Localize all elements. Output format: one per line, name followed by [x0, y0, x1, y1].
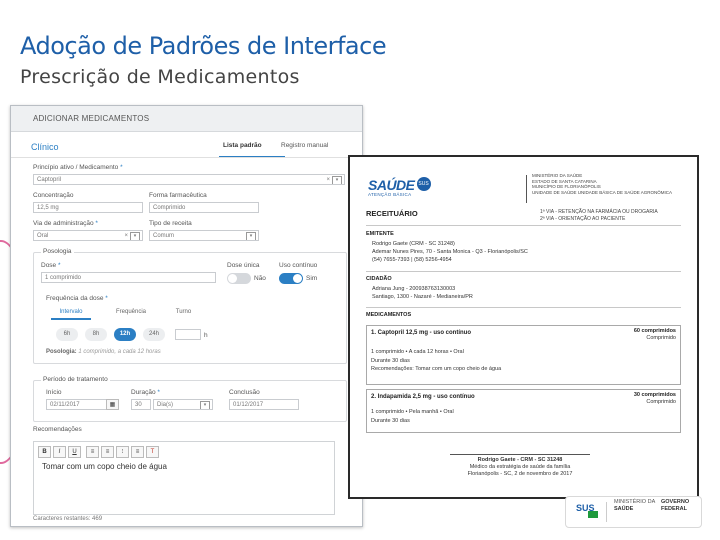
emitente-info: Rodrigo Gaete (CRM - SC 31248) Ademar Nu…: [372, 241, 528, 263]
add-medication-form: ADICIONAR MEDICAMENTOS Clínico Lista pad…: [10, 105, 363, 527]
conclusao-date-field[interactable]: 01/12/2017: [229, 399, 299, 410]
uso-continuo-label: Uso contínuo: [279, 262, 318, 269]
tab-registro-manual[interactable]: Registro manual: [281, 142, 328, 149]
form-tabs-row: Clínico Lista padrão Registro manual: [11, 132, 362, 162]
dose-unica-toggle[interactable]: [227, 273, 251, 284]
form-header: ADICIONAR MEDICAMENTOS: [11, 106, 362, 132]
saude-logo: SAÚDE SUS ATENÇÃO BÁSICA: [368, 177, 431, 197]
dose-unica-label: Dose única: [227, 262, 260, 269]
align-right-icon[interactable]: ≡: [131, 446, 144, 458]
tipo-receita-select[interactable]: Comum ▾: [149, 230, 259, 241]
duracao-unit-select[interactable]: Dia(s) ▾: [153, 399, 213, 410]
med-title: 2. Indapamida 2,5 mg - uso contínuo: [371, 394, 475, 400]
med-item: 1. Captopril 12,5 mg - uso contínuo 60 c…: [366, 325, 681, 385]
chevron-down-icon[interactable]: ▾: [130, 232, 140, 240]
logo-text: SAÚDE: [368, 177, 415, 193]
uso-continuo-value: Sim: [306, 275, 318, 282]
med-details: 1 comprimido • A cada 12 horas • Oral Du…: [371, 349, 502, 372]
chevron-down-icon[interactable]: ▾: [246, 232, 256, 240]
dose-unica-value: Não: [254, 275, 266, 282]
governo-logo: GOVERNO FEDERAL: [661, 499, 690, 512]
freq-option-turno[interactable]: Turno: [166, 306, 201, 318]
dose-field[interactable]: 1 comprimido: [41, 272, 216, 283]
duracao-label: Duração *: [131, 389, 160, 396]
med-title: 1. Captopril 12,5 mg - uso contínuo: [371, 330, 472, 336]
slide-title: Adoção de Padrões de Interface: [20, 32, 387, 60]
recomendacoes-text: Tomar com um copo cheio de água: [42, 462, 167, 471]
institution-header: MINISTÉRIO DA SAÚDE ESTADO DE SANTA CATA…: [532, 173, 673, 195]
tabs-divider: [11, 157, 362, 158]
slide-subtitle: Prescrição de Medicamentos: [20, 66, 300, 88]
divider: [366, 307, 681, 308]
list-icon[interactable]: ⁝: [116, 446, 129, 458]
interval-8h[interactable]: 8h: [85, 328, 107, 341]
posologia-summary: Posologia: 1 comprimido, a cada 12 horas: [46, 349, 161, 355]
conclusao-label: Conclusão: [229, 389, 260, 396]
dose-label: Dose *: [41, 262, 61, 269]
frequencia-label: Frequência da dose *: [46, 295, 108, 302]
med-quantity: 60 comprimidos Comprimido: [633, 328, 676, 341]
concentracao-label: Concentração: [33, 192, 74, 199]
interval-custom-input[interactable]: [175, 329, 201, 340]
inicio-label: Início: [46, 389, 62, 396]
via-label: Via de administração *: [33, 220, 98, 227]
clear-icon[interactable]: ×: [124, 231, 128, 240]
italic-button[interactable]: I: [53, 446, 66, 458]
uso-continuo-toggle[interactable]: [279, 273, 303, 284]
prescription-document: SAÚDE SUS ATENÇÃO BÁSICA MINISTÉRIO DA SA…: [348, 155, 699, 499]
chevron-down-icon[interactable]: ▾: [200, 401, 210, 409]
vias-info: 1ª VIA - RETENÇÃO NA FARMÁCIA OU DROGARI…: [540, 209, 658, 222]
cidadao-label: CIDADÃO: [366, 276, 392, 282]
recomendacoes-label: Recomendações: [33, 426, 82, 433]
freq-option-intervalo[interactable]: Intervalo: [51, 306, 91, 320]
med-details: 1 comprimido • Pela manhã • Oral Durante…: [371, 409, 454, 424]
principio-label: Princípio ativo / Medicamento *: [33, 164, 123, 171]
duracao-field[interactable]: 30: [131, 399, 151, 410]
periodo-title: Período de tratamento: [41, 376, 110, 383]
logo-divider: [606, 502, 607, 522]
align-center-icon[interactable]: ≡: [101, 446, 114, 458]
align-left-icon[interactable]: ≡: [86, 446, 99, 458]
interval-unit: h: [204, 332, 208, 339]
header-divider: [526, 175, 527, 203]
bold-button[interactable]: B: [38, 446, 51, 458]
concentracao-field[interactable]: 12,5 mg: [33, 202, 143, 213]
freq-option-frequencia[interactable]: Frequência: [106, 306, 156, 318]
via-select[interactable]: Oral × ▾: [33, 230, 143, 241]
divider: [366, 271, 681, 272]
divider: [366, 225, 681, 226]
signature-block: Rodrigo Gaete - CRM - SC 31248 Médico da…: [467, 457, 573, 477]
underline-button[interactable]: U: [68, 446, 81, 458]
ministerio-logo: MINISTÉRIO DA SAÚDE: [614, 499, 656, 512]
clear-icon[interactable]: ×: [326, 175, 330, 184]
document-title: RECEITUÁRIO: [366, 209, 418, 218]
tab-lista-padrao[interactable]: Lista padrão: [223, 142, 262, 149]
ministry-logos: SUS MINISTÉRIO DA SAÚDE GOVERNO FEDERAL: [565, 496, 702, 528]
forma-field[interactable]: Comprimido: [149, 202, 259, 213]
signature-line: [450, 454, 590, 455]
interval-6h[interactable]: 6h: [56, 328, 78, 341]
interval-12h[interactable]: 12h: [114, 328, 136, 341]
interval-24h[interactable]: 24h: [143, 328, 165, 341]
calendar-icon[interactable]: ▦: [106, 399, 119, 410]
recomendacoes-editor[interactable]: B I U ≡ ≡ ⁝ ≡ T Tomar com um copo cheio …: [33, 441, 335, 515]
tipo-receita-label: Tipo de receita: [149, 220, 192, 227]
chevron-down-icon[interactable]: ▾: [332, 176, 342, 184]
cidadao-info: Adriana Jung - 200938763130003 Santiago,…: [372, 286, 473, 300]
section-title: Clínico: [31, 142, 59, 152]
forma-label: Forma farmacêutica: [149, 192, 207, 199]
principio-select[interactable]: Captopril × ▾: [33, 174, 345, 185]
sus-badge-icon: SUS: [416, 177, 431, 191]
posologia-title: Posologia: [41, 248, 74, 255]
emitente-label: EMITENTE: [366, 231, 394, 237]
medicamentos-label: MEDICAMENTOS: [366, 312, 412, 318]
char-count: Caracteres restantes: 469: [33, 516, 103, 522]
med-quantity: 30 comprimidos Comprimido: [633, 392, 676, 405]
brazil-flag-icon: [588, 511, 598, 518]
med-item: 2. Indapamida 2,5 mg - uso contínuo 30 c…: [366, 389, 681, 433]
clear-format-icon[interactable]: T: [146, 446, 159, 458]
